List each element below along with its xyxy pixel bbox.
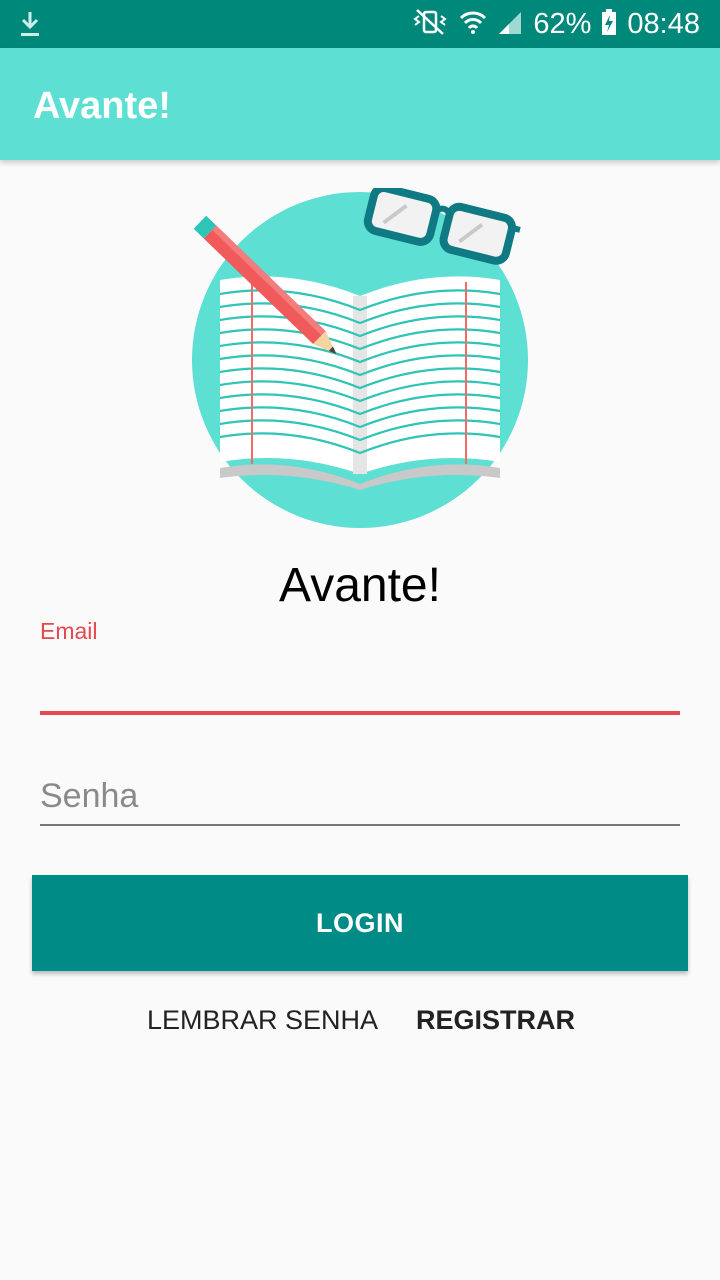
email-underline [40,711,680,715]
battery-charging-icon [601,8,617,41]
wifi-icon [459,8,487,41]
email-label: Email [40,618,98,644]
login-button[interactable]: LOGIN [32,875,688,971]
app-bar: Avante! [0,48,720,160]
clock: 08:48 [627,7,700,40]
battery-percentage: 62% [533,7,592,40]
mute-vibrate-icon [411,8,449,41]
status-bar: 62% 08:48 [0,0,720,48]
book-pencil-glasses-icon [188,183,532,532]
download-icon [18,10,42,43]
signal-icon [497,8,523,41]
password-field[interactable] [40,770,680,822]
remember-password-button[interactable]: LEMBRAR SENHA [140,990,385,1050]
email-field[interactable] [40,650,680,710]
password-underline [40,824,680,826]
register-button[interactable]: REGISTRAR [410,990,580,1050]
app-title: Avante! [33,85,171,127]
headline: Avante! [279,559,441,612]
